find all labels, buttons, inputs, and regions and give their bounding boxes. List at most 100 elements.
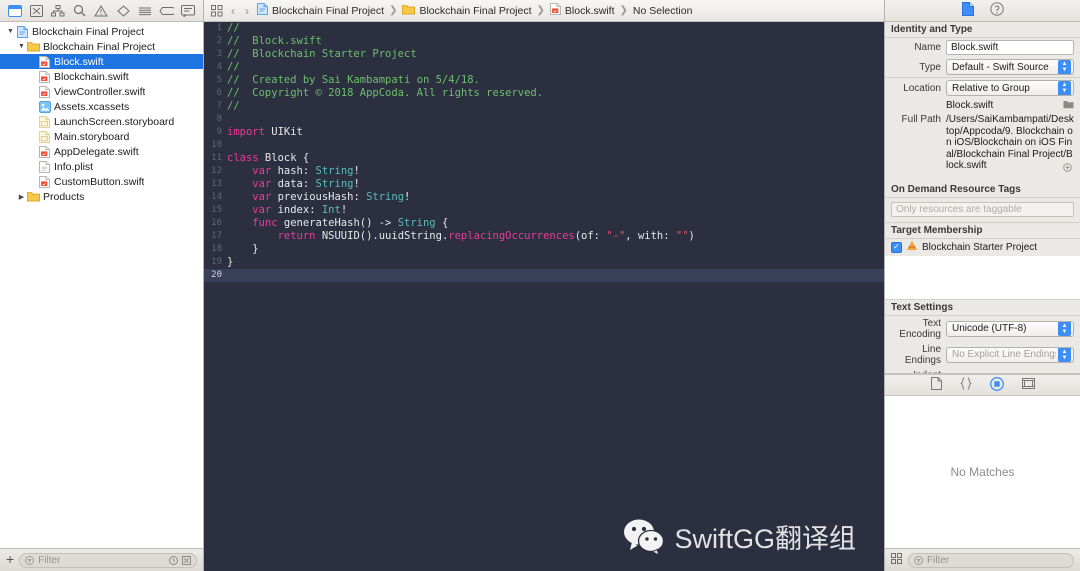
- code-line[interactable]: 6 // Copyright © 2018 AppCoda. All rights…: [204, 87, 884, 100]
- navigator-toolbar: [0, 0, 203, 22]
- code-line[interactable]: 5 // Created by Sai Kambampati on 5/4/18.: [204, 74, 884, 87]
- object-library-icon[interactable]: [989, 376, 1004, 394]
- code-token: hash:: [271, 165, 316, 177]
- type-select[interactable]: Default - Swift Source ▲ ▼: [946, 59, 1074, 75]
- code-text: //: [227, 22, 240, 35]
- code-line[interactable]: 8: [204, 113, 884, 126]
- file-inspector-icon[interactable]: [961, 2, 974, 19]
- tree-item[interactable]: CustomButton.swift: [0, 174, 203, 189]
- location-select[interactable]: Relative to Group ▲ ▼: [946, 80, 1074, 96]
- grid-view-icon[interactable]: [891, 553, 902, 567]
- tree-item[interactable]: Blockchain.swift: [0, 69, 203, 84]
- library-tab-bar: [885, 374, 1080, 396]
- breadcrumb-separator: ❯: [536, 5, 545, 16]
- line-endings-select[interactable]: No Explicit Line Endings ▲ ▼: [946, 346, 1074, 363]
- line-number: 10: [211, 140, 222, 150]
- code-line[interactable]: 2 // Block.swift: [204, 35, 884, 48]
- symbol-navigator-icon[interactable]: [49, 3, 67, 18]
- tree-item[interactable]: AppDelegate.swift: [0, 144, 203, 159]
- folder-icon: [27, 191, 40, 202]
- quick-help-inspector-icon[interactable]: [989, 2, 1004, 19]
- tree-item[interactable]: Info.plist: [0, 159, 203, 174]
- code-line[interactable]: 18 }: [204, 243, 884, 256]
- code-token: //: [227, 61, 240, 73]
- tree-item[interactable]: ▶ Products: [0, 189, 203, 204]
- code-line[interactable]: 3 // Blockchain Starter Project: [204, 48, 884, 61]
- code-line[interactable]: 20: [204, 269, 884, 282]
- on-demand-resource-tags-header: On Demand Resource Tags: [885, 181, 1080, 198]
- code-line[interactable]: 4 //: [204, 61, 884, 74]
- source-code-editor[interactable]: 1 // 2 // Block.swift 3 // Blockchain Starter…: [204, 22, 884, 571]
- code-token: Block {: [258, 152, 310, 164]
- code-line[interactable]: 11 class Block {: [204, 152, 884, 165]
- find-navigator-icon[interactable]: [71, 3, 89, 18]
- swift-file-icon: [38, 85, 51, 98]
- related-items-icon[interactable]: [211, 4, 223, 17]
- code-snippet-library-icon[interactable]: [959, 377, 972, 393]
- code-line[interactable]: 10: [204, 139, 884, 152]
- filter-funnel-icon: [914, 555, 923, 565]
- breadcrumb-item[interactable]: Blockchain Final Project: [402, 4, 532, 18]
- code-lines[interactable]: 1 // 2 // Block.swift 3 // Blockchain Starter…: [204, 22, 884, 282]
- name-input[interactable]: Block.swift: [946, 40, 1074, 55]
- code-line[interactable]: 16 func generateHash() -> String {: [204, 217, 884, 230]
- code-line[interactable]: 13 var data: String!: [204, 178, 884, 191]
- breadcrumb-item[interactable]: Block.swift: [549, 3, 615, 18]
- code-token: {: [435, 217, 449, 229]
- swift-file-icon: [38, 55, 51, 68]
- project-file-tree[interactable]: ▼ Blockchain Final Project ▼ Blockchain Fin…: [0, 22, 203, 548]
- code-token: class: [227, 152, 259, 164]
- navigator-filter-input[interactable]: Filter: [19, 552, 197, 568]
- recent-files-filter-icon[interactable]: [169, 555, 178, 565]
- tree-item[interactable]: ViewController.swift: [0, 84, 203, 99]
- code-line[interactable]: 12 var hash: String!: [204, 165, 884, 178]
- add-file-button[interactable]: +: [6, 552, 14, 566]
- breadcrumb-item[interactable]: No Selection: [633, 5, 693, 17]
- tree-item[interactable]: ▼ Blockchain Final Project: [0, 39, 203, 54]
- code-line[interactable]: 19}: [204, 256, 884, 269]
- code-line[interactable]: 15 var index: Int!: [204, 204, 884, 217]
- media-library-icon[interactable]: [1021, 378, 1035, 392]
- code-text: // Created by Sai Kambampati on 5/4/18.: [227, 74, 480, 87]
- source-control-filter-icon[interactable]: [182, 555, 191, 565]
- tree-item[interactable]: LaunchScreen.storyboard: [0, 114, 203, 129]
- disclosure-triangle-icon[interactable]: ▼: [5, 28, 16, 35]
- resource-tags-input[interactable]: Only resources are taggable: [891, 201, 1074, 217]
- type-value: Default - Swift Source: [952, 61, 1049, 73]
- file-template-library-icon[interactable]: [930, 377, 942, 393]
- disclosure-triangle-icon[interactable]: ▼: [16, 43, 27, 50]
- tree-item[interactable]: Assets.xcassets: [0, 99, 203, 114]
- breakpoint-navigator-icon[interactable]: [157, 3, 175, 18]
- project-navigator-icon[interactable]: [6, 3, 24, 18]
- code-line[interactable]: 14 var previousHash: String!: [204, 191, 884, 204]
- breadcrumb-label: Block.swift: [564, 4, 615, 17]
- source-control-navigator-icon[interactable]: [27, 3, 45, 18]
- code-line[interactable]: 9 import UIKit: [204, 126, 884, 139]
- library-filter-input[interactable]: Filter: [908, 552, 1074, 568]
- breadcrumb-item[interactable]: Blockchain Final Project: [257, 3, 384, 18]
- code-line[interactable]: 7 //: [204, 100, 884, 113]
- test-navigator-icon[interactable]: [114, 3, 132, 18]
- code-text: func generateHash() -> String {: [227, 217, 448, 230]
- tree-item[interactable]: ▼ Blockchain Final Project: [0, 24, 203, 39]
- folder-reveal-icon[interactable]: [1063, 99, 1074, 112]
- tree-item-label: Block.swift: [54, 55, 104, 68]
- line-number: 1: [216, 23, 222, 33]
- issue-navigator-icon[interactable]: [92, 3, 110, 18]
- disclosure-triangle-icon[interactable]: ▶: [16, 193, 27, 201]
- target-checkbox[interactable]: ✓: [891, 241, 902, 253]
- target-membership-row[interactable]: ✓ Blockchain Starter Project: [885, 239, 1080, 256]
- code-line[interactable]: 1 //: [204, 22, 884, 35]
- forward-button[interactable]: ›: [243, 4, 251, 18]
- report-navigator-icon[interactable]: [179, 3, 197, 18]
- plist-file-icon: [38, 160, 51, 173]
- back-button[interactable]: ‹: [229, 4, 237, 18]
- text-encoding-select[interactable]: Unicode (UTF-8) ▲ ▼: [946, 320, 1074, 337]
- code-token: String: [315, 178, 354, 190]
- tree-item-selected[interactable]: Block.swift: [0, 54, 203, 69]
- line-number: 5: [216, 75, 222, 85]
- code-line[interactable]: 17 return NSUUID().uuidString.replacingO…: [204, 230, 884, 243]
- debug-navigator-icon[interactable]: [136, 3, 154, 18]
- tree-item[interactable]: Main.storyboard: [0, 129, 203, 144]
